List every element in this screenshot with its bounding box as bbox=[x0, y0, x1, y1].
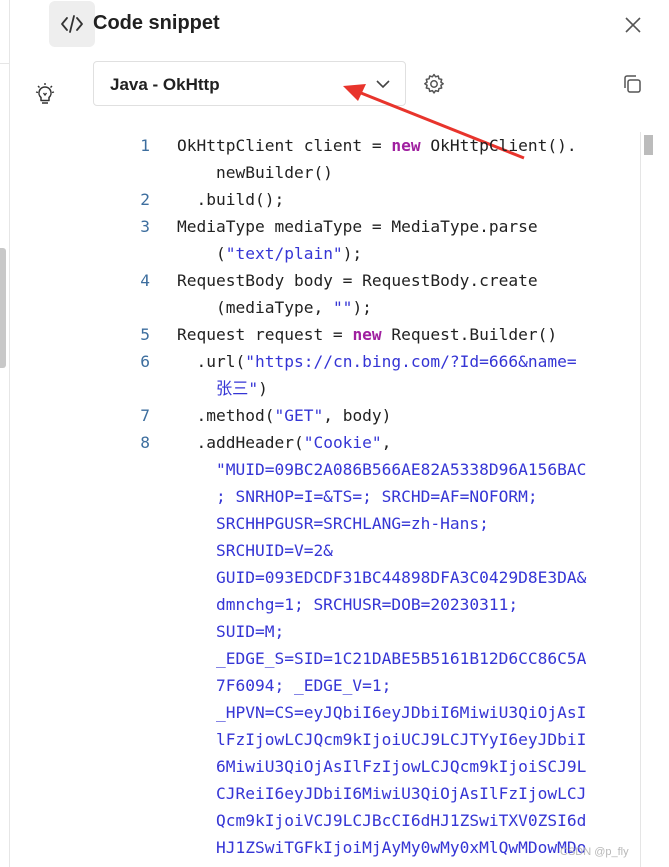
code-token: Request.Builder() bbox=[381, 325, 558, 344]
code-string: SRCHUID=V=2& bbox=[177, 541, 333, 560]
code-string: HJ1ZSwiTGFkIjoiMjAyMy0wMy0xMlQwMDowMDo bbox=[177, 838, 587, 857]
code-token: .addHeader( bbox=[177, 433, 304, 452]
code-token: .method( bbox=[177, 406, 275, 425]
code-token: ( bbox=[177, 244, 226, 263]
code-string: "MUID=09BC2A086B566AE82A5338D96A156BAC bbox=[177, 460, 587, 479]
code-string: "" bbox=[332, 298, 353, 317]
line-number: 3 bbox=[140, 217, 150, 236]
line-number: 7 bbox=[140, 406, 150, 425]
code-token: .url( bbox=[177, 352, 246, 371]
code-editor[interactable]: 1 OkHttpClient client = new OkHttpClient(… bbox=[120, 132, 640, 867]
code-line: 3 MediaType mediaType = MediaType.parse (… bbox=[120, 213, 640, 267]
code-string: 张三" bbox=[177, 379, 259, 398]
code-string: "Cookie" bbox=[303, 433, 382, 452]
code-line: 6 .url("https://cn.bing.com/?Id=666&name… bbox=[120, 348, 640, 402]
copy-icon bbox=[624, 75, 641, 93]
scrollbar-track bbox=[640, 132, 641, 867]
line-number: 4 bbox=[140, 271, 150, 290]
code-line: 8 .addHeader("Cookie", "MUID=09BC2A086B5… bbox=[120, 429, 640, 861]
code-string: "https://cn.bing.com/?Id=666&name= bbox=[245, 352, 577, 371]
code-string: Qcm9kIjoiVCJ9LCJBcCI6dHJ1ZSwiTXV0ZSI6d bbox=[177, 811, 587, 830]
code-string: "text/plain" bbox=[225, 244, 343, 263]
code-text: OkHttpClient client = new OkHttpClient()… bbox=[177, 132, 640, 186]
close-icon bbox=[625, 17, 641, 33]
scrollbar-thumb[interactable] bbox=[644, 135, 653, 155]
settings-button[interactable] bbox=[418, 68, 450, 100]
code-token: , bbox=[381, 433, 392, 452]
gear-icon bbox=[424, 73, 444, 94]
code-text: .addHeader("Cookie", "MUID=09BC2A086B566… bbox=[177, 429, 640, 861]
line-number: 1 bbox=[140, 136, 150, 155]
language-select[interactable]: Java - OkHttp bbox=[93, 61, 406, 106]
watermark: CSDN @p_fly bbox=[560, 846, 629, 858]
line-number: 8 bbox=[140, 433, 150, 452]
code-keyword: new bbox=[391, 136, 421, 155]
code-token: , body) bbox=[323, 406, 392, 425]
line-number: 5 bbox=[140, 325, 150, 344]
code-text: .method("GET", body) bbox=[177, 402, 640, 429]
code-string: lFzIjowLCJQcm9kIjoiUCJ9LCJTYyI6eyJDbiI bbox=[177, 730, 587, 749]
code-snippet-rail-button[interactable] bbox=[49, 1, 95, 47]
suggestions-rail-button[interactable] bbox=[22, 72, 68, 118]
code-token: OkHttpClient client = bbox=[177, 136, 392, 155]
code-token: ); bbox=[342, 244, 363, 263]
code-token: ) bbox=[258, 379, 268, 398]
code-token: RequestBody body = RequestBody.create bbox=[177, 271, 538, 290]
code-string: 7F6094; _EDGE_V=1; bbox=[177, 676, 392, 695]
code-text: MediaType mediaType = MediaType.parse ("… bbox=[177, 213, 640, 267]
code-string: _HPVN=CS=eyJQbiI6eyJDbiI6MiwiU3QiOjAsI bbox=[177, 703, 587, 722]
language-select-value: Java - OkHttp bbox=[110, 75, 220, 94]
code-string: 6MiwiU3QiOjAsIlFzIjowLCJQcm9kIjoiSCJ9L bbox=[177, 757, 587, 776]
code-string: CJReiI6eyJDbiI6MiwiU3QiOjAsIlFzIjowLCJ bbox=[177, 784, 587, 803]
code-string: SRCHHPGUSR=SRCHLANG=zh-Hans; bbox=[177, 514, 489, 533]
code-token: MediaType mediaType = MediaType.parse bbox=[177, 217, 538, 236]
close-button[interactable] bbox=[618, 10, 648, 40]
lightbulb-icon bbox=[35, 83, 55, 104]
code-token: newBuilder() bbox=[177, 163, 333, 182]
left-edge bbox=[0, 0, 10, 867]
code-token: Request request = bbox=[177, 325, 353, 344]
code-line: 1 OkHttpClient client = new OkHttpClient(… bbox=[120, 132, 640, 186]
code-line: 5 Request request = new Request.Builder() bbox=[120, 321, 640, 348]
code-string: ; SNRHOP=I=&TS=; SRCHD=AF=NOFORM; bbox=[177, 487, 538, 506]
code-string: "GET" bbox=[274, 406, 324, 425]
panel-title: Code snippet bbox=[93, 12, 220, 34]
scrollbar-thumb[interactable] bbox=[0, 248, 6, 368]
code-text: Request request = new Request.Builder() bbox=[177, 321, 640, 348]
chevron-down-icon bbox=[376, 80, 390, 89]
code-line: 4 RequestBody body = RequestBody.create (… bbox=[120, 267, 640, 321]
code-icon bbox=[61, 15, 83, 33]
code-line: 2 .build(); bbox=[120, 186, 640, 213]
line-number: 6 bbox=[140, 352, 150, 371]
copy-button[interactable] bbox=[616, 68, 648, 100]
code-text: .url("https://cn.bing.com/?Id=666&name= … bbox=[177, 348, 640, 402]
code-scrollbar[interactable] bbox=[640, 132, 656, 867]
side-rail bbox=[10, 0, 95, 867]
divider bbox=[0, 63, 9, 64]
code-token: ); bbox=[352, 298, 372, 317]
code-string: _EDGE_S=SID=1C21DABE5B5161B12D6CC86C5A bbox=[177, 649, 587, 668]
code-string: dmnchg=1; SRCHUSR=DOB=20230311; bbox=[177, 595, 519, 614]
code-token: OkHttpClient(). bbox=[420, 136, 577, 155]
code-text: RequestBody body = RequestBody.create (m… bbox=[177, 267, 640, 321]
line-number: 2 bbox=[140, 190, 150, 209]
code-string: SUID=M; bbox=[177, 622, 285, 641]
code-line: 7 .method("GET", body) bbox=[120, 402, 640, 429]
code-keyword: new bbox=[352, 325, 382, 344]
code-token: (mediaType, bbox=[177, 298, 333, 317]
code-token: .build(); bbox=[177, 190, 285, 209]
code-text: .build(); bbox=[177, 186, 640, 213]
code-string: GUID=093EDCDF31BC44898DFA3C0429D8E3DA& bbox=[177, 568, 587, 587]
